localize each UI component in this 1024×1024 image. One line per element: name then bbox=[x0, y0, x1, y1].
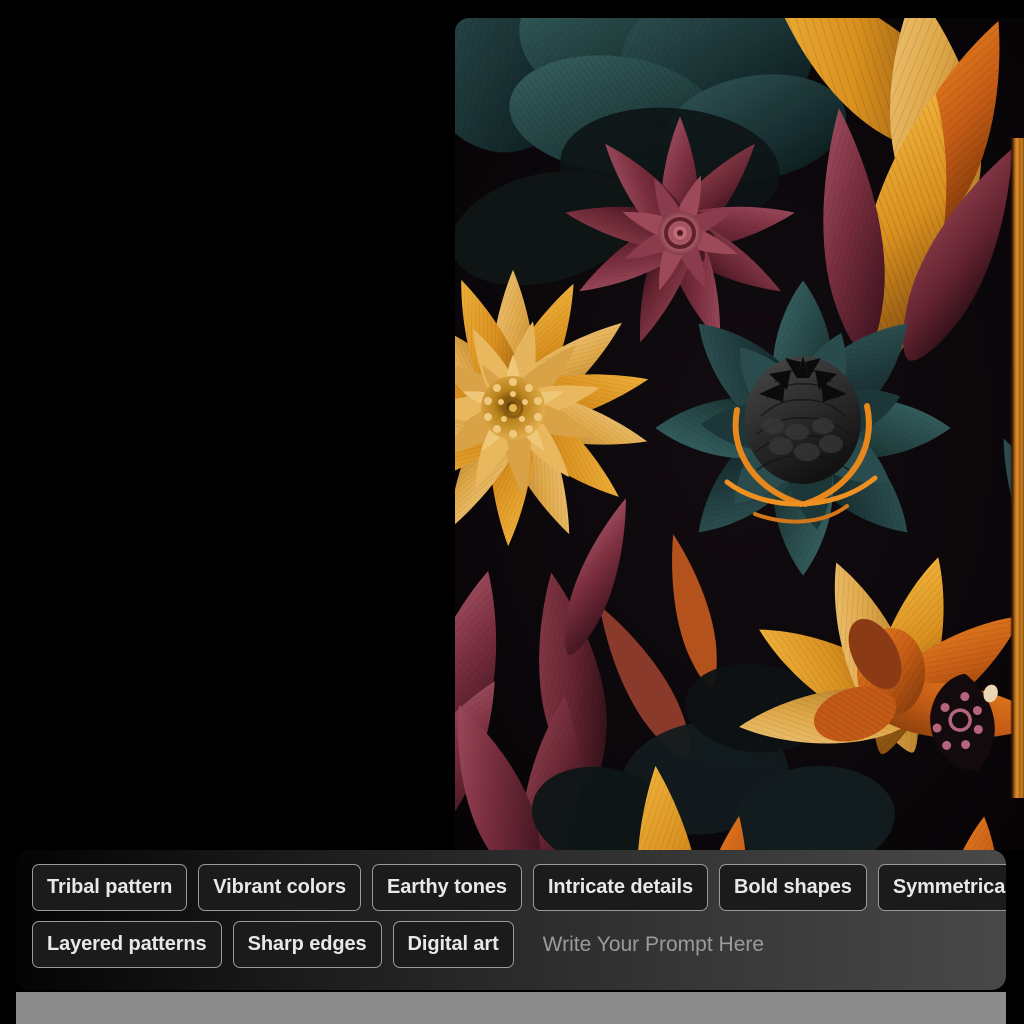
chip-vibrant-colors[interactable]: Vibrant colors bbox=[198, 864, 362, 911]
app-root: Tribal pattern Vibrant colors Earthy ton… bbox=[0, 0, 1024, 1024]
chip-layered-patterns[interactable]: Layered patterns bbox=[32, 921, 222, 968]
prompt-input[interactable] bbox=[524, 926, 990, 963]
chip-intricate-details[interactable]: Intricate details bbox=[532, 864, 708, 911]
chip-earthy-tones[interactable]: Earthy tones bbox=[372, 864, 522, 911]
empty-left-area bbox=[0, 0, 455, 850]
bottom-status-strip bbox=[16, 992, 1006, 1024]
suggestion-chip-row-2: Layered patterns Sharp edges Digital art bbox=[32, 921, 990, 968]
chip-tribal-pattern[interactable]: Tribal pattern bbox=[32, 864, 188, 911]
chip-symmetrical-design[interactable]: Symmetrical design bbox=[877, 864, 1006, 911]
chip-digital-art[interactable]: Digital art bbox=[392, 921, 514, 968]
chip-bold-shapes[interactable]: Bold shapes bbox=[719, 864, 867, 911]
generated-image-panel[interactable] bbox=[455, 18, 1024, 850]
prompt-bar: Tribal pattern Vibrant colors Earthy ton… bbox=[16, 850, 1006, 990]
suggestion-chip-row-1: Tribal pattern Vibrant colors Earthy ton… bbox=[32, 864, 1006, 911]
generated-image bbox=[455, 18, 1024, 850]
chip-sharp-edges[interactable]: Sharp edges bbox=[232, 921, 382, 968]
